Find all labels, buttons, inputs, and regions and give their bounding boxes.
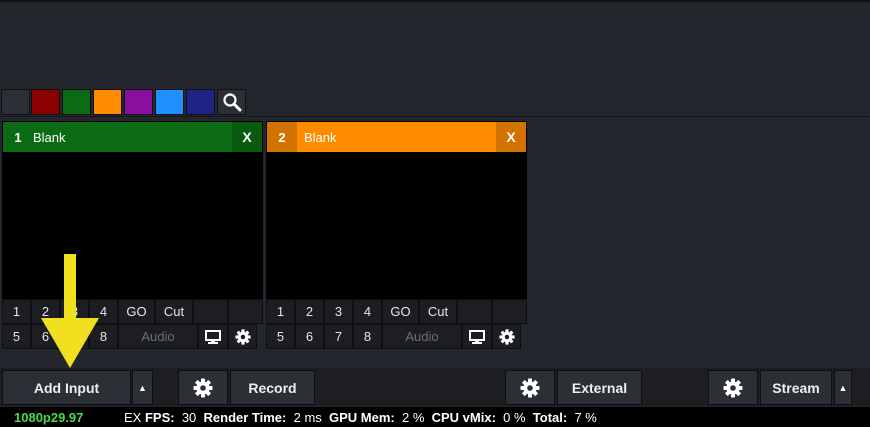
filter-green-swatch[interactable]	[62, 89, 91, 115]
close-input-button[interactable]: X	[496, 122, 526, 152]
input-title: Blank	[304, 129, 337, 145]
stream-button[interactable]: Stream	[760, 370, 832, 405]
gear-icon	[498, 328, 515, 345]
overlay-4-button[interactable]: 4	[89, 299, 118, 324]
external-button[interactable]: External	[557, 370, 642, 405]
status-bar: 1080p29.97 EX FPS: 30 Render Time: 2 ms …	[0, 407, 870, 427]
external-settings-button[interactable]	[505, 370, 555, 405]
top-divider	[0, 0, 870, 2]
video-format: 1080p29.97	[14, 409, 84, 425]
input-number: 2	[267, 122, 297, 152]
external-label: External	[571, 379, 628, 396]
monitor-button[interactable]	[198, 324, 228, 349]
gear-icon	[234, 328, 251, 345]
stream-settings-button[interactable]	[708, 370, 758, 405]
input-number: 1	[14, 129, 22, 145]
filter-none-swatch[interactable]	[1, 89, 30, 115]
record-label: Record	[248, 379, 297, 396]
settings-button[interactable]	[492, 324, 521, 349]
filter-orange-swatch[interactable]	[93, 89, 122, 115]
fps-value: 30	[181, 409, 197, 425]
input-2-preview[interactable]	[266, 153, 527, 299]
add-input-label: Add Input	[33, 379, 100, 396]
record-button[interactable]: Record	[230, 370, 315, 405]
overlay-1-button[interactable]: 1	[2, 299, 31, 324]
input-2-controls-row: 5 6 7 8 Audio	[266, 324, 527, 349]
stream-label: Stream	[772, 379, 820, 396]
overlay-6-button[interactable]: 6	[295, 324, 324, 349]
input-2-overlay-row: 1 2 3 4 GO Cut	[266, 299, 527, 324]
stream-dropdown[interactable]: ▲	[834, 370, 852, 405]
input-1-header[interactable]: 1 Blank X	[2, 121, 263, 153]
gear-icon	[520, 378, 540, 397]
overlay-7-button[interactable]: 7	[60, 324, 89, 349]
settings-button[interactable]	[228, 324, 257, 349]
gpu-mem-label: GPU Mem:	[329, 409, 395, 425]
add-input-button[interactable]: Add Input	[2, 370, 131, 405]
render-time-value: 2 ms	[293, 409, 322, 425]
cut-button[interactable]: Cut	[155, 299, 193, 324]
filter-dark-red-swatch[interactable]	[31, 89, 60, 115]
input-1-controls-row: 5 6 7 8 Audio	[2, 324, 263, 349]
overlay-1-button[interactable]: 1	[266, 299, 295, 324]
total-value: 7 %	[574, 409, 597, 425]
overlay-2-button[interactable]: 2	[295, 299, 324, 324]
gear-icon	[193, 378, 213, 397]
go-button[interactable]: GO	[118, 299, 155, 324]
input-title: Blank	[33, 129, 66, 145]
empty-slot	[457, 299, 492, 324]
audio-button[interactable]: Audio	[118, 324, 198, 349]
input-card-2: 2 Blank X 1 2 3 4 GO Cut 5 6 7 8 Audio	[266, 121, 527, 349]
audio-button[interactable]: Audio	[382, 324, 462, 349]
filter-purple-swatch[interactable]	[124, 89, 153, 115]
empty-slot	[492, 299, 527, 324]
overlay-8-button[interactable]: 8	[89, 324, 118, 349]
gpu-mem-value: 2 %	[401, 409, 425, 425]
record-settings-button[interactable]	[178, 370, 228, 405]
monitor-button[interactable]	[462, 324, 492, 349]
overlay-3-button[interactable]: 3	[324, 299, 353, 324]
total-label: Total:	[532, 409, 568, 425]
search-button[interactable]	[217, 89, 246, 115]
input-card-1: 1 Blank X 1 2 3 4 GO Cut 5 6 7 8 Audio	[2, 121, 263, 349]
fps-label: FPS:	[144, 409, 175, 425]
close-input-button[interactable]: X	[232, 122, 262, 152]
overlay-6-button[interactable]: 6	[31, 324, 60, 349]
magnifier-icon	[222, 93, 241, 112]
filter-navy-swatch[interactable]	[186, 89, 215, 115]
ex-indicator: EX	[124, 409, 142, 425]
overlay-7-button[interactable]: 7	[324, 324, 353, 349]
filter-blue-swatch[interactable]	[155, 89, 184, 115]
overlay-3-button[interactable]: 3	[60, 299, 89, 324]
dropdown-up-icon: ▲	[838, 382, 848, 393]
input-1-overlay-row: 1 2 3 4 GO Cut	[2, 299, 263, 324]
overlay-5-button[interactable]: 5	[2, 324, 31, 349]
overlay-4-button[interactable]: 4	[353, 299, 382, 324]
overlay-5-button[interactable]: 5	[266, 324, 295, 349]
monitor-icon	[205, 329, 221, 344]
monitor-icon	[469, 329, 485, 344]
input-1-preview[interactable]	[2, 153, 263, 299]
empty-slot	[228, 299, 263, 324]
gear-icon	[723, 378, 743, 397]
dropdown-up-icon: ▲	[138, 382, 147, 393]
go-button[interactable]: GO	[382, 299, 419, 324]
overlay-2-button[interactable]: 2	[31, 299, 60, 324]
cpu-vmix-label: CPU vMix:	[431, 409, 496, 425]
empty-slot	[193, 299, 228, 324]
add-input-dropdown[interactable]: ▲	[132, 370, 153, 405]
cpu-vmix-value: 0 %	[503, 409, 526, 425]
cut-button[interactable]: Cut	[419, 299, 457, 324]
overlay-8-button[interactable]: 8	[353, 324, 382, 349]
render-time-label: Render Time:	[203, 409, 287, 425]
filter-divider	[0, 116, 870, 117]
input-2-header[interactable]: 2 Blank X	[266, 121, 527, 153]
